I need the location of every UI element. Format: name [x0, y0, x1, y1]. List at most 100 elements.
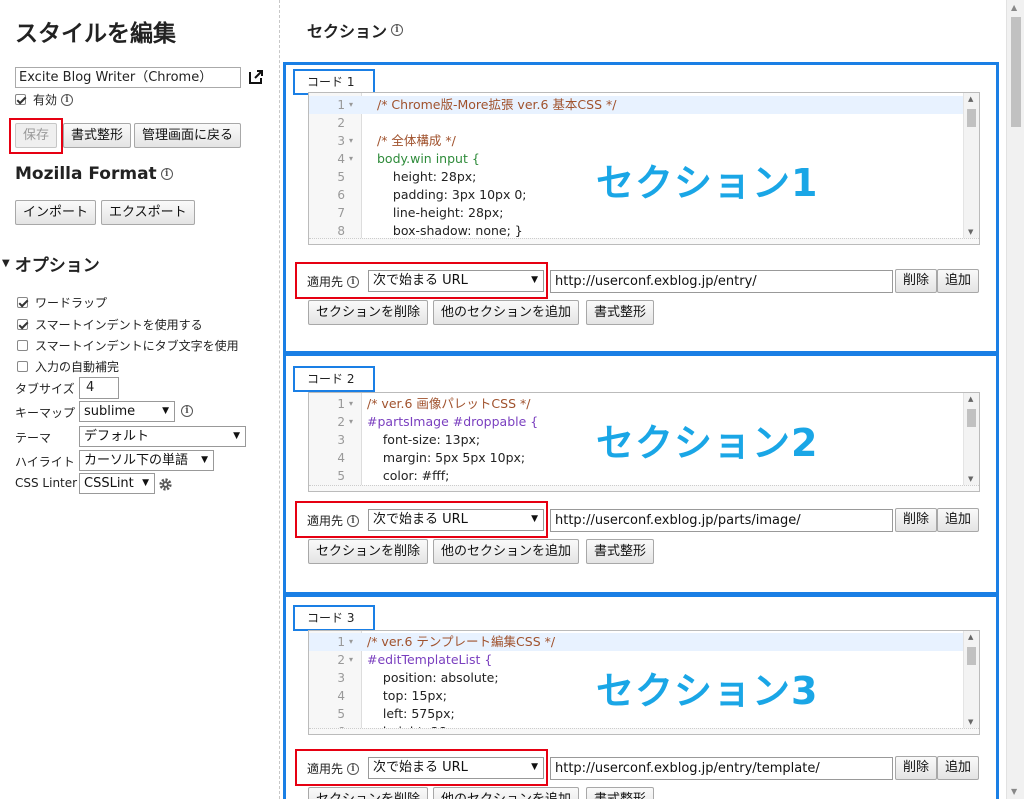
- apply-type-select-2[interactable]: 次で始まる URL ▼: [368, 509, 544, 531]
- remove-url-button-3[interactable]: 削除: [895, 756, 938, 780]
- dropdown-arrow-icon: ▼: [142, 478, 149, 488]
- add-section-button-3[interactable]: 他のセクションを追加: [433, 787, 580, 799]
- export-button[interactable]: エクスポート: [101, 200, 195, 225]
- add-url-button-3[interactable]: 追加: [937, 756, 980, 780]
- section-1-annotation: セクション1: [596, 161, 819, 205]
- linter-select[interactable]: CSSLint ▼: [79, 473, 155, 494]
- sections-title-label: セクション: [307, 22, 388, 41]
- code-line[interactable]: 5 color: #fff;: [309, 467, 963, 485]
- external-link-icon[interactable]: [247, 68, 265, 86]
- tab-size-input[interactable]: 4: [79, 377, 119, 399]
- dropdown-arrow-icon: ▼: [531, 762, 538, 772]
- code-line[interactable]: 1 ▾/* ver.6 テンプレート編集CSS */: [309, 633, 963, 651]
- word-wrap-label: ワードラップ: [35, 296, 108, 310]
- dropdown-arrow-icon: ▼: [233, 431, 240, 441]
- section-2-annotation: セクション2: [596, 421, 819, 465]
- info-icon[interactable]: i: [347, 762, 360, 775]
- indent-tabs-label: スマートインデントにタブ文字を使用: [35, 339, 239, 353]
- editor-scrollbar[interactable]: ▲ ▼: [963, 93, 979, 238]
- beautify-section-button-1[interactable]: 書式整形: [586, 300, 655, 325]
- indent-tabs-row[interactable]: スマートインデントにタブ文字を使用: [17, 337, 239, 354]
- add-section-button-1[interactable]: 他のセクションを追加: [433, 300, 580, 325]
- linter-value: CSSLint: [84, 476, 134, 491]
- scroll-up-icon[interactable]: ▲: [1011, 3, 1017, 12]
- word-wrap-checkbox[interactable]: [17, 297, 28, 308]
- tab-size-label: タブサイズ: [15, 382, 75, 396]
- scroll-thumb[interactable]: [1011, 17, 1021, 127]
- editor-resize-handle[interactable]: [309, 485, 979, 491]
- gear-icon[interactable]: [158, 477, 173, 492]
- apply-type-select-1[interactable]: 次で始まる URL ▼: [368, 270, 544, 292]
- apply-to-label-1: 適用先 i: [307, 273, 360, 290]
- sidebar: スタイルを編集 Excite Blog Writer（Chrome） 有効 i …: [0, 0, 280, 799]
- editor-scrollbar[interactable]: ▲ ▼: [963, 393, 979, 485]
- info-icon[interactable]: i: [347, 275, 360, 288]
- smart-indent-checkbox[interactable]: [17, 319, 28, 330]
- beautify-button[interactable]: 書式整形: [63, 123, 132, 148]
- dropdown-arrow-icon: ▼: [531, 514, 538, 524]
- code-line[interactable]: 1 ▾/* ver.6 画像パレットCSS */: [309, 395, 963, 413]
- editor-resize-handle[interactable]: [309, 238, 979, 244]
- dropdown-arrow-icon: ▼: [201, 455, 208, 465]
- scroll-down-icon[interactable]: ▼: [1011, 787, 1017, 796]
- apply-type-value: 次で始まる URL: [373, 512, 468, 527]
- url-input-3[interactable]: http://userconf.exblog.jp/entry/template…: [550, 757, 893, 780]
- apply-to-text: 適用先: [307, 275, 344, 289]
- highlight-value: カーソル下の単語: [84, 453, 189, 468]
- collapse-triangle-icon[interactable]: ▼: [2, 258, 10, 269]
- beautify-section-button-2[interactable]: 書式整形: [586, 539, 655, 564]
- smart-indent-label: スマートインデントを使用する: [35, 318, 203, 332]
- import-button[interactable]: インポート: [15, 200, 97, 225]
- mozilla-format-label: Mozilla Format: [15, 164, 157, 184]
- options-label: オプション: [14, 256, 100, 276]
- delete-section-button-1[interactable]: セクションを削除: [308, 300, 429, 325]
- url-input-2[interactable]: http://userconf.exblog.jp/parts/image/: [550, 509, 893, 532]
- info-icon[interactable]: i: [181, 405, 193, 417]
- theme-label: テーマ: [15, 431, 52, 445]
- save-button[interactable]: 保存: [15, 123, 58, 148]
- info-icon[interactable]: i: [160, 168, 173, 180]
- autocomplete-row[interactable]: 入力の自動補完: [17, 358, 119, 375]
- apply-type-value: 次で始まる URL: [373, 760, 468, 775]
- delete-section-button-3[interactable]: セクションを削除: [308, 787, 429, 799]
- options-title[interactable]: ▼ オプション: [2, 251, 100, 276]
- apply-to-text: 適用先: [307, 514, 344, 528]
- code-line[interactable]: 1 ▾/* Chrome版-More拡張 ver.6 基本CSS */: [309, 96, 963, 114]
- info-icon[interactable]: i: [347, 514, 360, 527]
- editor-scrollbar[interactable]: ▲ ▼: [963, 631, 979, 728]
- indent-tabs-checkbox[interactable]: [17, 340, 28, 351]
- page-scrollbar[interactable]: ▲ ▼: [1006, 0, 1024, 799]
- info-icon[interactable]: i: [61, 93, 74, 106]
- mozilla-format-title: Mozilla Format i: [15, 164, 173, 184]
- apply-type-select-3[interactable]: 次で始まる URL ▼: [368, 757, 544, 779]
- enabled-checkbox[interactable]: [15, 94, 26, 105]
- code-line[interactable]: 3 ▾/* 全体構成 */: [309, 132, 963, 150]
- remove-url-button-1[interactable]: 削除: [895, 269, 938, 293]
- highlight-label: ハイライト: [15, 455, 75, 469]
- word-wrap-row[interactable]: ワードラップ: [17, 294, 107, 311]
- add-url-button-2[interactable]: 追加: [937, 508, 980, 532]
- apply-to-text: 適用先: [307, 762, 344, 776]
- autocomplete-label: 入力の自動補完: [35, 360, 120, 374]
- sections-panel: セクション i コード 1 1 ▾/* Chrome版-More拡張 ver.6 …: [281, 0, 1005, 799]
- beautify-section-button-3[interactable]: 書式整形: [586, 787, 655, 799]
- remove-url-button-2[interactable]: 削除: [895, 508, 938, 532]
- add-section-button-2[interactable]: 他のセクションを追加: [433, 539, 580, 564]
- keymap-select[interactable]: sublime ▼: [79, 401, 175, 422]
- url-input-1[interactable]: http://userconf.exblog.jp/entry/: [550, 270, 893, 293]
- highlight-select[interactable]: カーソル下の単語 ▼: [79, 450, 214, 471]
- theme-select[interactable]: デフォルト ▼: [79, 426, 246, 447]
- apply-type-value: 次で始まる URL: [373, 273, 468, 288]
- add-url-button-1[interactable]: 追加: [937, 269, 980, 293]
- section-3-annotation: セクション3: [596, 669, 819, 713]
- enabled-row[interactable]: 有効 i: [15, 91, 74, 108]
- info-icon[interactable]: i: [391, 24, 404, 36]
- code-line[interactable]: 2: [309, 114, 963, 132]
- back-to-manage-button[interactable]: 管理画面に戻る: [134, 123, 242, 148]
- smart-indent-row[interactable]: スマートインデントを使用する: [17, 316, 203, 333]
- style-name-input[interactable]: Excite Blog Writer（Chrome）: [15, 67, 241, 88]
- delete-section-button-2[interactable]: セクションを削除: [308, 539, 429, 564]
- keymap-label: キーマップ: [15, 406, 76, 420]
- editor-resize-handle[interactable]: [309, 728, 979, 734]
- autocomplete-checkbox[interactable]: [17, 361, 28, 372]
